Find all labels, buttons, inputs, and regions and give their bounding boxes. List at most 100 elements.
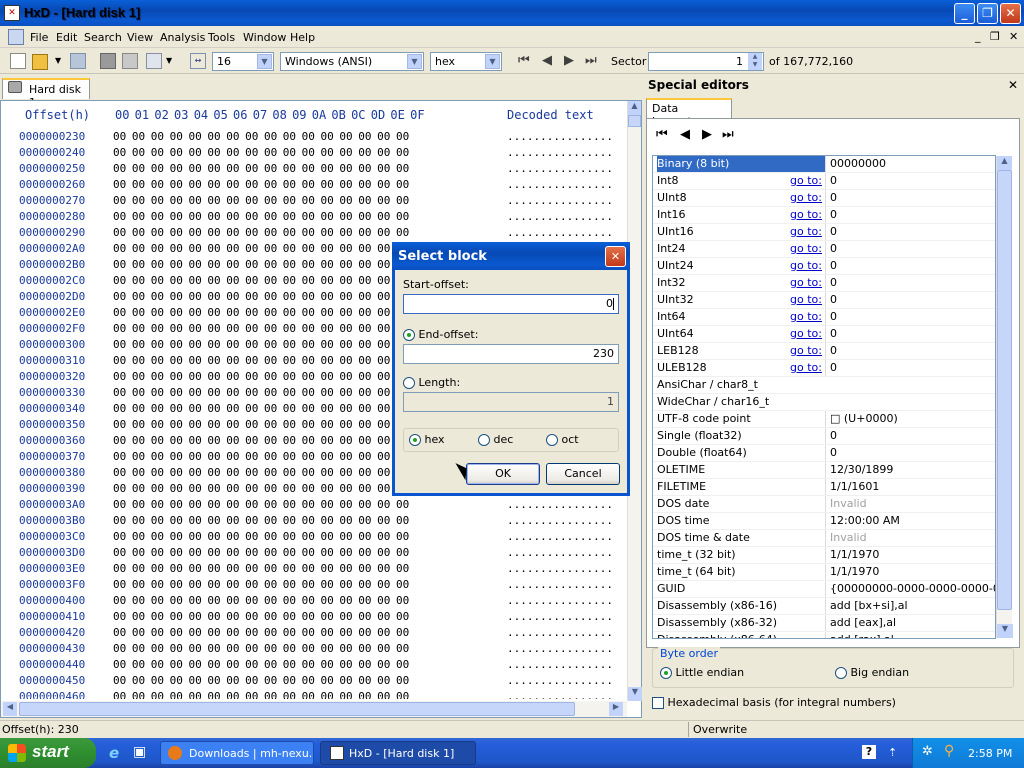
close-file-icon[interactable] [100, 53, 116, 69]
inspector-row[interactable]: Int8 go to: 0 [653, 173, 995, 190]
inspector-row[interactable]: UInt16 go to: 0 [653, 224, 995, 241]
row-bytes[interactable]: 00 00 00 00 00 00 00 00 00 00 00 00 00 0… [113, 481, 409, 497]
goto-link[interactable]: go to: [790, 326, 822, 342]
mdi-restore-icon[interactable]: ❐ [990, 30, 1000, 43]
row-bytes[interactable]: 00 00 00 00 00 00 00 00 00 00 00 00 00 0… [113, 273, 409, 289]
row-decoded[interactable]: ................ [507, 577, 613, 593]
inspector-value[interactable]: 0 [825, 207, 995, 223]
row-bytes[interactable]: 00 00 00 00 00 00 00 00 00 00 00 00 00 0… [113, 609, 409, 625]
inspector-value[interactable]: 1/1/1970 [825, 564, 995, 580]
tray-arrow-icon[interactable]: ⇡ [888, 746, 897, 759]
inspector-value[interactable]: 1/1/1601 [825, 479, 995, 495]
inspector-row[interactable]: WideChar / char16_t [653, 394, 995, 411]
hex-horizontal-scrollbar[interactable]: ◀ ▶ [1, 701, 627, 717]
hex-row[interactable]: 00000003D0 00 00 00 00 00 00 00 00 00 00 … [1, 545, 629, 561]
open-dropdown-icon[interactable]: ▼ [55, 56, 61, 65]
inspector-row[interactable]: Int24 go to: 0 [653, 241, 995, 258]
charset-select[interactable]: Windows (ANSI) ▼ [280, 52, 424, 71]
dialog-close-icon[interactable]: ✕ [605, 246, 626, 267]
tab-data-inspector[interactable]: Data inspector [646, 98, 732, 128]
inspector-value[interactable]: 00000000 [825, 156, 995, 172]
menu-file[interactable]: File [30, 31, 48, 44]
hex-row[interactable]: 00000003C0 00 00 00 00 00 00 00 00 00 00 … [1, 529, 629, 545]
inspector-value[interactable]: 0 [825, 173, 995, 189]
menu-analysis[interactable]: Analysis [160, 31, 205, 44]
inspector-value[interactable]: add [rax],al [825, 632, 995, 638]
inspector-row[interactable]: UInt32 go to: 0 [653, 292, 995, 309]
hex-row[interactable]: 0000000240 00 00 00 00 00 00 00 00 00 00 … [1, 145, 629, 161]
row-bytes[interactable]: 00 00 00 00 00 00 00 00 00 00 00 00 00 0… [113, 529, 409, 545]
row-bytes[interactable]: 00 00 00 00 00 00 00 00 00 00 00 00 00 0… [113, 433, 409, 449]
help-icon[interactable]: ? [862, 745, 876, 759]
row-decoded[interactable]: ................ [507, 129, 613, 145]
inspector-row[interactable]: Single (float32) 0 [653, 428, 995, 445]
mdi-minimize-icon[interactable]: _ [975, 30, 981, 43]
save-icon[interactable] [70, 53, 86, 69]
inspector-table[interactable]: Binary (8 bit) 00000000 Int8 go to: 0 UInt8 go… [652, 155, 996, 639]
row-bytes[interactable]: 00 00 00 00 00 00 00 00 00 00 00 00 00 0… [113, 593, 409, 609]
inspector-value[interactable]: 0 [825, 326, 995, 342]
goto-link[interactable]: go to: [790, 343, 822, 359]
inspector-value[interactable]: 0 [825, 258, 995, 274]
scroll-left-icon[interactable]: ◀ [3, 702, 17, 716]
row-bytes[interactable]: 00 00 00 00 00 00 00 00 00 00 00 00 00 0… [113, 129, 409, 145]
row-bytes[interactable]: 00 00 00 00 00 00 00 00 00 00 00 00 00 0… [113, 161, 409, 177]
row-decoded[interactable]: ................ [507, 529, 613, 545]
inspector-value[interactable]: 0 [825, 445, 995, 461]
inspector-row[interactable]: Disassembly (x86-16) add [bx+si],al [653, 598, 995, 615]
hex-row[interactable]: 0000000410 00 00 00 00 00 00 00 00 00 00 … [1, 609, 629, 625]
hex-row[interactable]: 0000000250 00 00 00 00 00 00 00 00 00 00 … [1, 161, 629, 177]
row-bytes[interactable]: 00 00 00 00 00 00 00 00 00 00 00 00 00 0… [113, 353, 409, 369]
row-decoded[interactable]: ................ [507, 513, 613, 529]
end-offset-radio[interactable]: End-offset: [403, 328, 478, 341]
inspector-row[interactable]: Double (float64) 0 [653, 445, 995, 462]
hex-row[interactable]: 0000000400 00 00 00 00 00 00 00 00 00 00 … [1, 593, 629, 609]
goto-link[interactable]: go to: [790, 207, 822, 223]
inspector-value[interactable]: 0 [825, 292, 995, 308]
scroll-thumb[interactable] [628, 115, 641, 127]
row-bytes[interactable]: 00 00 00 00 00 00 00 00 00 00 00 00 00 0… [113, 449, 409, 465]
row-decoded[interactable]: ................ [507, 177, 613, 193]
goto-link[interactable]: go to: [790, 360, 822, 376]
hex-row[interactable]: 0000000270 00 00 00 00 00 00 00 00 00 00 … [1, 193, 629, 209]
inspector-row[interactable]: UInt24 go to: 0 [653, 258, 995, 275]
inspector-value[interactable]: add [bx+si],al [825, 598, 995, 614]
goto-link[interactable]: go to: [790, 190, 822, 206]
row-bytes[interactable]: 00 00 00 00 00 00 00 00 00 00 00 00 00 0… [113, 289, 409, 305]
menu-help[interactable]: Help [290, 31, 315, 44]
hex-row[interactable]: 0000000440 00 00 00 00 00 00 00 00 00 00 … [1, 657, 629, 673]
first-icon[interactable]: ⏮ [656, 127, 668, 142]
inspector-row[interactable]: LEB128 go to: 0 [653, 343, 995, 360]
panel-close-icon[interactable]: ✕ [1008, 78, 1018, 92]
inspector-row[interactable]: DOS time & date Invalid [653, 530, 995, 547]
next-icon[interactable]: ▶ [702, 127, 712, 142]
search-tray-icon[interactable]: ⚲ [944, 743, 954, 759]
row-decoded[interactable]: ................ [507, 593, 613, 609]
settings-tray-icon[interactable]: ✲ [922, 744, 933, 759]
inspector-row[interactable]: Int16 go to: 0 [653, 207, 995, 224]
big-endian-radio[interactable]: Big endian [835, 666, 909, 679]
inspector-row[interactable]: ULEB128 go to: 0 [653, 360, 995, 377]
hex-radio[interactable]: hex [409, 433, 445, 446]
row-bytes[interactable]: 00 00 00 00 00 00 00 00 00 00 00 00 00 0… [113, 177, 409, 193]
goto-link[interactable]: go to: [790, 241, 822, 257]
row-bytes[interactable]: 00 00 00 00 00 00 00 00 00 00 00 00 00 0… [113, 417, 409, 433]
inspector-row[interactable]: time_t (32 bit) 1/1/1970 [653, 547, 995, 564]
row-bytes[interactable]: 00 00 00 00 00 00 00 00 00 00 00 00 00 0… [113, 209, 409, 225]
goto-link[interactable]: go to: [790, 309, 822, 325]
length-input[interactable]: 1 [403, 392, 619, 412]
goto-link[interactable]: go to: [790, 292, 822, 308]
row-bytes[interactable]: 00 00 00 00 00 00 00 00 00 00 00 00 00 0… [113, 305, 409, 321]
inspector-value[interactable]: 0 [825, 190, 995, 206]
goto-link[interactable]: go to: [790, 275, 822, 291]
little-endian-radio[interactable]: Little endian [660, 666, 744, 679]
row-bytes[interactable]: 00 00 00 00 00 00 00 00 00 00 00 00 00 0… [113, 145, 409, 161]
inspector-row[interactable]: GUID {00000000-0000-0000-0000-0000 [653, 581, 995, 598]
inspector-value[interactable]: 12/30/1899 [825, 462, 995, 478]
inspector-value[interactable]: 0 [825, 224, 995, 240]
h-scroll-thumb[interactable] [19, 702, 575, 716]
inspector-value[interactable]: 0 [825, 343, 995, 359]
row-bytes[interactable]: 00 00 00 00 00 00 00 00 00 00 00 00 00 0… [113, 513, 409, 529]
inspector-value[interactable]: 0 [825, 360, 995, 376]
row-bytes[interactable]: 00 00 00 00 00 00 00 00 00 00 00 00 00 0… [113, 641, 409, 657]
